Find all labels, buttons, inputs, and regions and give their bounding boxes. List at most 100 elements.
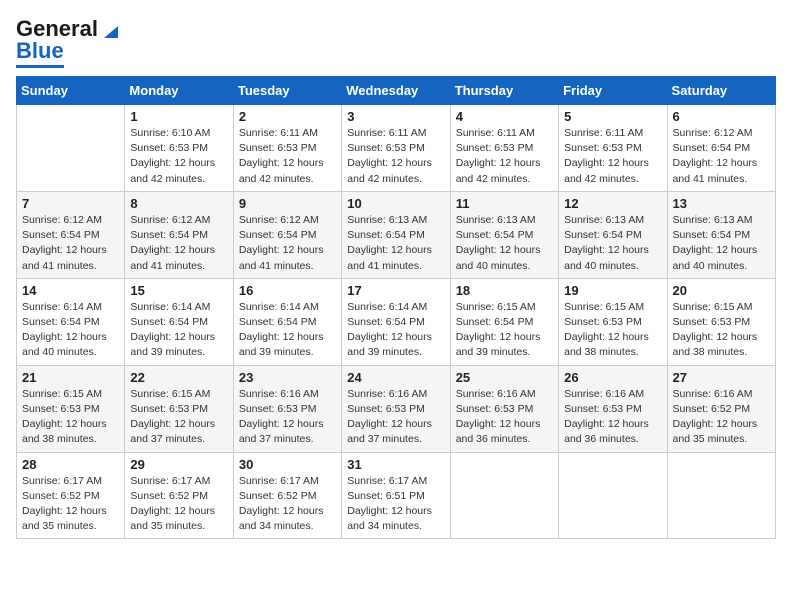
day-number: 18 xyxy=(456,283,553,298)
day-cell: 4 Sunrise: 6:11 AM Sunset: 6:53 PM Daylig… xyxy=(450,105,558,192)
day-number: 31 xyxy=(347,457,444,472)
day-cell: 6 Sunrise: 6:12 AM Sunset: 6:54 PM Daylig… xyxy=(667,105,775,192)
day-info: Sunrise: 6:17 AM Sunset: 6:51 PM Dayligh… xyxy=(347,474,444,535)
day-cell: 18Sunrise: 6:15 AM Sunset: 6:54 PM Dayli… xyxy=(450,278,558,365)
day-info: Sunrise: 6:17 AM Sunset: 6:52 PM Dayligh… xyxy=(239,474,336,535)
day-info: Sunrise: 6:11 AM Sunset: 6:53 PM Dayligh… xyxy=(564,126,661,187)
day-info: Sunrise: 6:16 AM Sunset: 6:53 PM Dayligh… xyxy=(564,387,661,448)
day-number: 30 xyxy=(239,457,336,472)
day-info: Sunrise: 6:12 AM Sunset: 6:54 PM Dayligh… xyxy=(130,213,227,274)
day-cell: 26 Sunrise: 6:16 AM Sunset: 6:53 PM Dayli… xyxy=(559,365,667,452)
day-info: Sunrise: 6:13 AM Sunset: 6:54 PM Dayligh… xyxy=(456,213,553,274)
day-header-thursday: Thursday xyxy=(450,77,558,105)
day-cell: 9 Sunrise: 6:12 AM Sunset: 6:54 PM Daylig… xyxy=(233,191,341,278)
day-info: Sunrise: 6:16 AM Sunset: 6:52 PM Dayligh… xyxy=(673,387,770,448)
day-info: Sunrise: 6:11 AM Sunset: 6:53 PM Dayligh… xyxy=(239,126,336,187)
day-cell: 30 Sunrise: 6:17 AM Sunset: 6:52 PM Dayli… xyxy=(233,452,341,539)
day-info: Sunrise: 6:15 AM Sunset: 6:53 PM Dayligh… xyxy=(564,300,661,361)
day-number: 3 xyxy=(347,109,444,124)
day-info: Sunrise: 6:14 AM Sunset: 6:54 PM Dayligh… xyxy=(239,300,336,361)
logo: General Blue xyxy=(16,16,120,68)
day-number: 25 xyxy=(456,370,553,385)
day-number: 9 xyxy=(239,196,336,211)
day-cell: 5 Sunrise: 6:11 AM Sunset: 6:53 PM Daylig… xyxy=(559,105,667,192)
week-row-3: 14 Sunrise: 6:14 AM Sunset: 6:54 PM Dayli… xyxy=(17,278,776,365)
day-info: Sunrise: 6:17 AM Sunset: 6:52 PM Dayligh… xyxy=(130,474,227,535)
day-cell xyxy=(667,452,775,539)
day-info: Sunrise: 6:13 AM Sunset: 6:54 PM Dayligh… xyxy=(347,213,444,274)
day-number: 13 xyxy=(673,196,770,211)
page-header: General Blue xyxy=(16,16,776,68)
day-cell: 22 Sunrise: 6:15 AM Sunset: 6:53 PM Dayli… xyxy=(125,365,233,452)
day-cell: 31 Sunrise: 6:17 AM Sunset: 6:51 PM Dayli… xyxy=(342,452,450,539)
day-cell: 2 Sunrise: 6:11 AM Sunset: 6:53 PM Daylig… xyxy=(233,105,341,192)
calendar-header-row: SundayMondayTuesdayWednesdayThursdayFrid… xyxy=(17,77,776,105)
day-header-saturday: Saturday xyxy=(667,77,775,105)
day-info: Sunrise: 6:15 AM Sunset: 6:53 PM Dayligh… xyxy=(130,387,227,448)
day-number: 26 xyxy=(564,370,661,385)
week-row-1: 1 Sunrise: 6:10 AM Sunset: 6:53 PM Daylig… xyxy=(17,105,776,192)
day-header-sunday: Sunday xyxy=(17,77,125,105)
day-header-wednesday: Wednesday xyxy=(342,77,450,105)
day-number: 14 xyxy=(22,283,119,298)
day-header-friday: Friday xyxy=(559,77,667,105)
day-cell: 19 Sunrise: 6:15 AM Sunset: 6:53 PM Dayli… xyxy=(559,278,667,365)
day-cell: 13 Sunrise: 6:13 AM Sunset: 6:54 PM Dayli… xyxy=(667,191,775,278)
day-number: 16 xyxy=(239,283,336,298)
day-cell: 8 Sunrise: 6:12 AM Sunset: 6:54 PM Daylig… xyxy=(125,191,233,278)
day-number: 17 xyxy=(347,283,444,298)
day-cell: 23 Sunrise: 6:16 AM Sunset: 6:53 PM Dayli… xyxy=(233,365,341,452)
day-info: Sunrise: 6:14 AM Sunset: 6:54 PM Dayligh… xyxy=(347,300,444,361)
day-info: Sunrise: 6:12 AM Sunset: 6:54 PM Dayligh… xyxy=(673,126,770,187)
day-number: 1 xyxy=(130,109,227,124)
day-number: 4 xyxy=(456,109,553,124)
day-info: Sunrise: 6:14 AM Sunset: 6:54 PM Dayligh… xyxy=(130,300,227,361)
day-info: Sunrise: 6:13 AM Sunset: 6:54 PM Dayligh… xyxy=(673,213,770,274)
day-info: Sunrise: 6:12 AM Sunset: 6:54 PM Dayligh… xyxy=(22,213,119,274)
day-number: 23 xyxy=(239,370,336,385)
logo-blue: Blue xyxy=(16,38,64,68)
day-cell: 20Sunrise: 6:15 AM Sunset: 6:53 PM Dayli… xyxy=(667,278,775,365)
day-cell: 15 Sunrise: 6:14 AM Sunset: 6:54 PM Dayli… xyxy=(125,278,233,365)
calendar-body: 1 Sunrise: 6:10 AM Sunset: 6:53 PM Daylig… xyxy=(17,105,776,539)
day-number: 28 xyxy=(22,457,119,472)
day-info: Sunrise: 6:15 AM Sunset: 6:53 PM Dayligh… xyxy=(22,387,119,448)
calendar-table: SundayMondayTuesdayWednesdayThursdayFrid… xyxy=(16,76,776,539)
day-cell: 21Sunrise: 6:15 AM Sunset: 6:53 PM Dayli… xyxy=(17,365,125,452)
day-cell: 7 Sunrise: 6:12 AM Sunset: 6:54 PM Daylig… xyxy=(17,191,125,278)
day-cell: 25Sunrise: 6:16 AM Sunset: 6:53 PM Dayli… xyxy=(450,365,558,452)
week-row-4: 21Sunrise: 6:15 AM Sunset: 6:53 PM Dayli… xyxy=(17,365,776,452)
day-number: 19 xyxy=(564,283,661,298)
day-cell: 12 Sunrise: 6:13 AM Sunset: 6:54 PM Dayli… xyxy=(559,191,667,278)
day-cell: 17 Sunrise: 6:14 AM Sunset: 6:54 PM Dayli… xyxy=(342,278,450,365)
day-cell: 3Sunrise: 6:11 AM Sunset: 6:53 PM Daylig… xyxy=(342,105,450,192)
day-cell: 16 Sunrise: 6:14 AM Sunset: 6:54 PM Dayli… xyxy=(233,278,341,365)
day-cell: 27Sunrise: 6:16 AM Sunset: 6:52 PM Dayli… xyxy=(667,365,775,452)
day-number: 15 xyxy=(130,283,227,298)
day-info: Sunrise: 6:14 AM Sunset: 6:54 PM Dayligh… xyxy=(22,300,119,361)
day-info: Sunrise: 6:16 AM Sunset: 6:53 PM Dayligh… xyxy=(239,387,336,448)
day-info: Sunrise: 6:16 AM Sunset: 6:53 PM Dayligh… xyxy=(347,387,444,448)
week-row-5: 28 Sunrise: 6:17 AM Sunset: 6:52 PM Dayli… xyxy=(17,452,776,539)
day-number: 2 xyxy=(239,109,336,124)
day-info: Sunrise: 6:12 AM Sunset: 6:54 PM Dayligh… xyxy=(239,213,336,274)
day-number: 12 xyxy=(564,196,661,211)
day-info: Sunrise: 6:13 AM Sunset: 6:54 PM Dayligh… xyxy=(564,213,661,274)
day-cell: 14 Sunrise: 6:14 AM Sunset: 6:54 PM Dayli… xyxy=(17,278,125,365)
day-cell xyxy=(450,452,558,539)
day-info: Sunrise: 6:10 AM Sunset: 6:53 PM Dayligh… xyxy=(130,126,227,187)
day-number: 7 xyxy=(22,196,119,211)
day-number: 22 xyxy=(130,370,227,385)
day-header-monday: Monday xyxy=(125,77,233,105)
day-number: 20 xyxy=(673,283,770,298)
day-cell: 24Sunrise: 6:16 AM Sunset: 6:53 PM Dayli… xyxy=(342,365,450,452)
day-cell: 11Sunrise: 6:13 AM Sunset: 6:54 PM Dayli… xyxy=(450,191,558,278)
day-cell: 28 Sunrise: 6:17 AM Sunset: 6:52 PM Dayli… xyxy=(17,452,125,539)
week-row-2: 7 Sunrise: 6:12 AM Sunset: 6:54 PM Daylig… xyxy=(17,191,776,278)
day-number: 5 xyxy=(564,109,661,124)
day-number: 6 xyxy=(673,109,770,124)
day-info: Sunrise: 6:11 AM Sunset: 6:53 PM Dayligh… xyxy=(456,126,553,187)
day-info: Sunrise: 6:17 AM Sunset: 6:52 PM Dayligh… xyxy=(22,474,119,535)
day-header-tuesday: Tuesday xyxy=(233,77,341,105)
day-number: 8 xyxy=(130,196,227,211)
